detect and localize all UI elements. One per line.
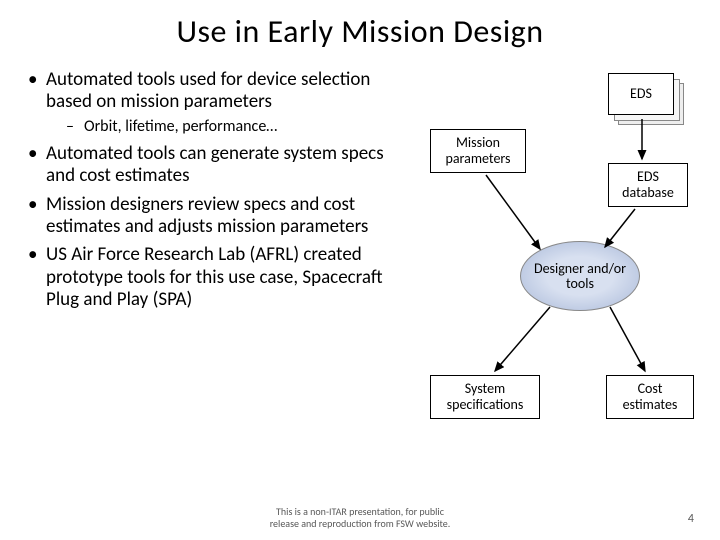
list-item: Mission designers review specs and cost …	[28, 194, 410, 239]
bullet-text: Mission designers review specs and cost …	[46, 193, 368, 238]
list-item: Automated tools can generate system spec…	[28, 143, 410, 188]
box-label: Mission parameters	[435, 135, 521, 167]
cost-estimates-box: Cost estimates	[606, 375, 694, 419]
box-label: Cost estimates	[611, 381, 689, 413]
box-label: System specifications	[435, 381, 535, 413]
bullet-text: Orbit, lifetime, performance…	[84, 117, 277, 136]
mission-parameters-box: Mission parameters	[430, 129, 526, 173]
footer: This is a non-ITAR presentation, for pub…	[0, 506, 720, 530]
page-number: 4	[688, 512, 694, 526]
bullet-text: US Air Force Research Lab (AFRL) created…	[46, 243, 383, 311]
box-label: Designer and/or tools	[521, 261, 639, 292]
footer-line: release and reproduction from FSW websit…	[0, 518, 720, 530]
slide-title: Use in Early Mission Design	[0, 0, 720, 51]
system-specifications-box: System specifications	[430, 375, 540, 419]
eds-database-box: EDS database	[608, 163, 688, 207]
box-label: EDS database	[613, 169, 683, 201]
list-item: Automated tools used for device selectio…	[28, 69, 410, 137]
list-item: US Air Force Research Lab (AFRL) created…	[28, 244, 410, 311]
box-label: EDS	[630, 86, 652, 102]
slide-body: Automated tools used for device selectio…	[0, 51, 720, 449]
bullet-text: Automated tools can generate system spec…	[46, 142, 384, 187]
eds-box: EDS	[608, 73, 674, 115]
bullet-text: Automated tools used for device selectio…	[46, 68, 370, 113]
bullet-list: Automated tools used for device selectio…	[28, 69, 410, 312]
slide: Use in Early Mission Design Automated to…	[0, 0, 720, 540]
designer-ellipse: Designer and/or tools	[520, 241, 640, 311]
diagram: EDS Mission parameters EDS database Desi…	[410, 69, 700, 449]
list-item: Orbit, lifetime, performance…	[66, 118, 410, 137]
sub-list: Orbit, lifetime, performance…	[66, 118, 410, 137]
content-left: Automated tools used for device selectio…	[10, 69, 410, 449]
